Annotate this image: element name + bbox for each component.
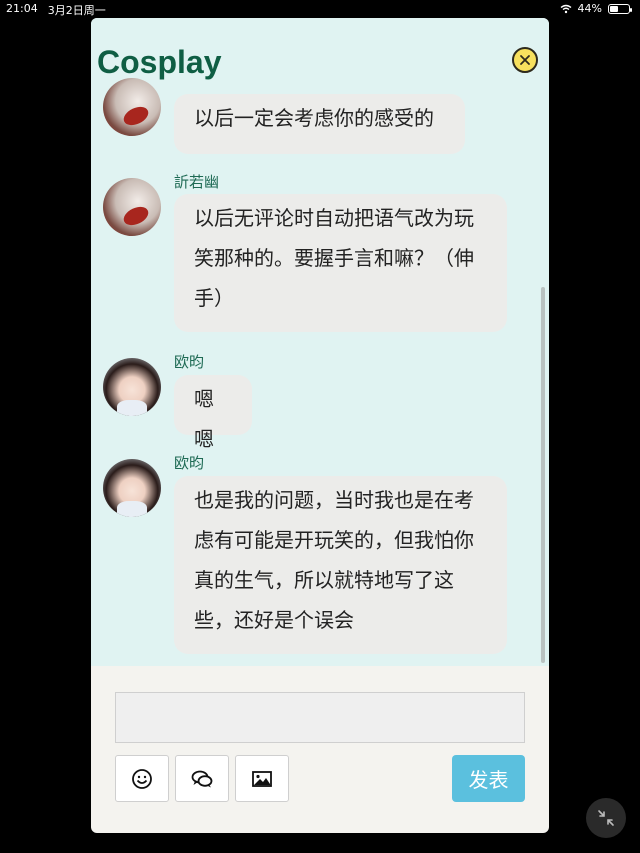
page-title: Cosplay [97, 44, 222, 80]
message-bubble: 以后一定会考虑你的感受的 [174, 94, 465, 154]
battery-fill [610, 5, 618, 12]
message-line: 些，还好是个误会 [194, 608, 354, 632]
wifi-icon [560, 4, 571, 13]
image-icon [252, 770, 272, 787]
message-line: 也是我的问题，当时我也是在考 [194, 488, 474, 512]
close-icon [520, 55, 530, 65]
status-time: 21:04 [6, 2, 38, 15]
message-input[interactable] [115, 692, 525, 743]
battery-percent: 44% [577, 2, 602, 15]
message-line: 虑有可能是开玩笑的，但我怕你 [194, 528, 474, 552]
sender-name: 訢若幽 [174, 173, 220, 191]
message-text: 以后一定会考虑你的感受的 [194, 106, 434, 130]
message-text: 嗯嗯 [194, 387, 214, 451]
comment-icon [191, 770, 213, 787]
emoji-icon [132, 768, 152, 789]
collapse-button[interactable] [586, 798, 626, 838]
message-bubble: 也是我的问题，当时我也是在考 虑有可能是开玩笑的，但我怕你 真的生气，所以就特地… [174, 476, 507, 654]
scrollbar[interactable] [541, 287, 545, 663]
message-line: 真的生气，所以就特地写了这 [194, 568, 454, 592]
message-line: 以后无评论时自动把语气改为玩 [194, 206, 474, 230]
emoji-button[interactable] [115, 755, 169, 802]
avatar[interactable] [103, 358, 161, 416]
status-bar: 21:04 3月2日周一 44% [0, 0, 640, 18]
message-line: 笑那种的。要握手言和嘛？（伸 [194, 246, 474, 270]
chat-dialog: Cosplay 以后一定会考虑你的感受的 訢若幽 以后无评论时自动把语气改为玩 … [91, 18, 549, 833]
comment-button[interactable] [175, 755, 229, 802]
close-button[interactable] [512, 47, 538, 73]
message-bubble: 嗯嗯 [174, 375, 252, 451]
message-list[interactable]: Cosplay 以后一定会考虑你的感受的 訢若幽 以后无评论时自动把语气改为玩 … [91, 18, 549, 666]
send-button[interactable]: 发表 [452, 755, 525, 802]
status-date: 3月2日周一 [47, 4, 106, 17]
avatar[interactable] [103, 459, 161, 517]
avatar[interactable] [103, 178, 161, 236]
collapse-icon [598, 810, 614, 826]
image-button[interactable] [235, 755, 289, 802]
battery-icon [608, 3, 632, 14]
sender-name: 欧昀 [174, 454, 205, 472]
sender-name: 欧昀 [174, 353, 205, 371]
message-line: 手） [194, 286, 234, 310]
message-bubble: 以后无评论时自动把语气改为玩 笑那种的。要握手言和嘛？（伸 手） [174, 194, 507, 332]
avatar[interactable] [103, 78, 161, 136]
